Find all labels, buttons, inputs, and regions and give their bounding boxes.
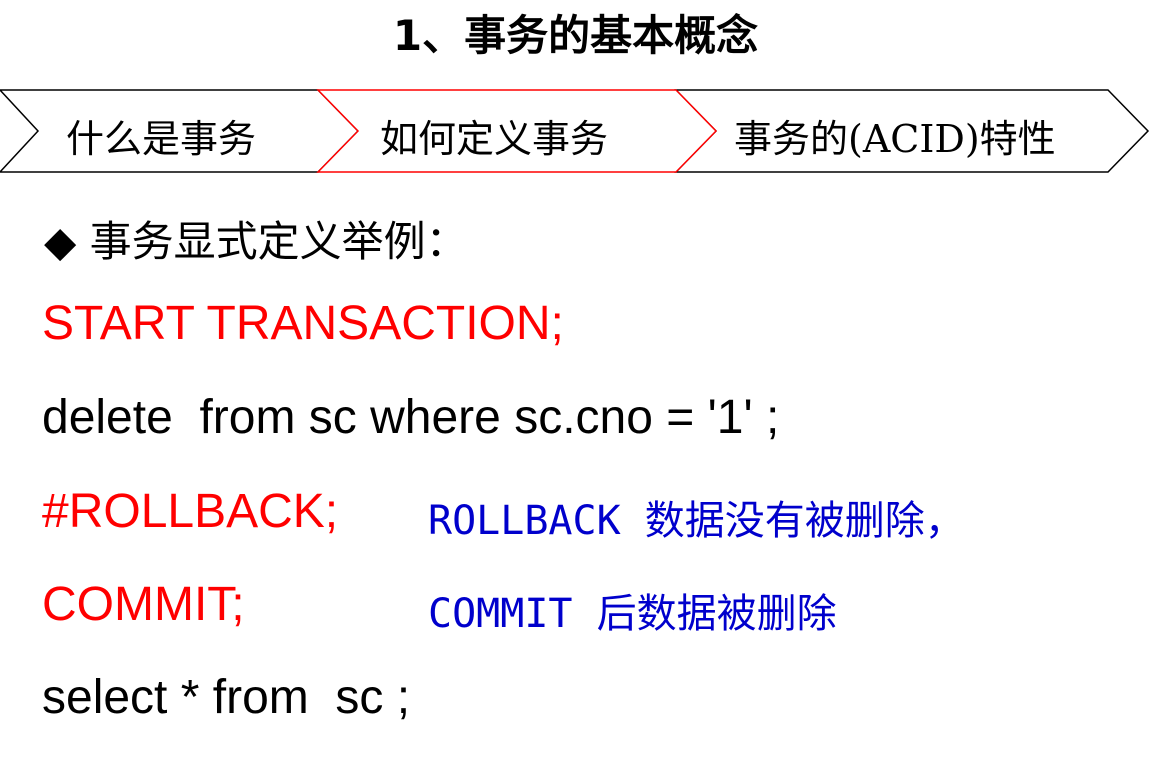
code-line-select: select * from sc ; xyxy=(42,671,411,724)
tab-what-is-transaction[interactable]: 什么是事务 xyxy=(66,108,256,163)
code-line-delete: delete from sc where sc.cno = '1' ; xyxy=(42,391,780,444)
tab-define-transaction[interactable]: 如何定义事务 xyxy=(380,108,608,163)
slide: 1、事务的基本概念 什么是事务 如何定义事务 事务的(ACID)特性 ◆ 事务显… xyxy=(0,0,1151,769)
code-line-commit: COMMIT; xyxy=(42,578,245,631)
code-line-rollback: #ROLLBACK; xyxy=(42,485,339,538)
commit-note: COMMIT 后数据被删除 xyxy=(428,591,837,637)
bullet-text: 事务显式定义举例： xyxy=(89,217,468,266)
bullet-line: ◆ 事务显式定义举例： xyxy=(44,208,468,269)
diamond-bullet-icon: ◆ xyxy=(44,217,77,266)
code-line-start: START TRANSACTION; xyxy=(42,297,564,350)
rollback-note: ROLLBACK 数据没有被删除， xyxy=(428,498,965,544)
tab-acid-properties[interactable]: 事务的(ACID)特性 xyxy=(734,108,1056,163)
